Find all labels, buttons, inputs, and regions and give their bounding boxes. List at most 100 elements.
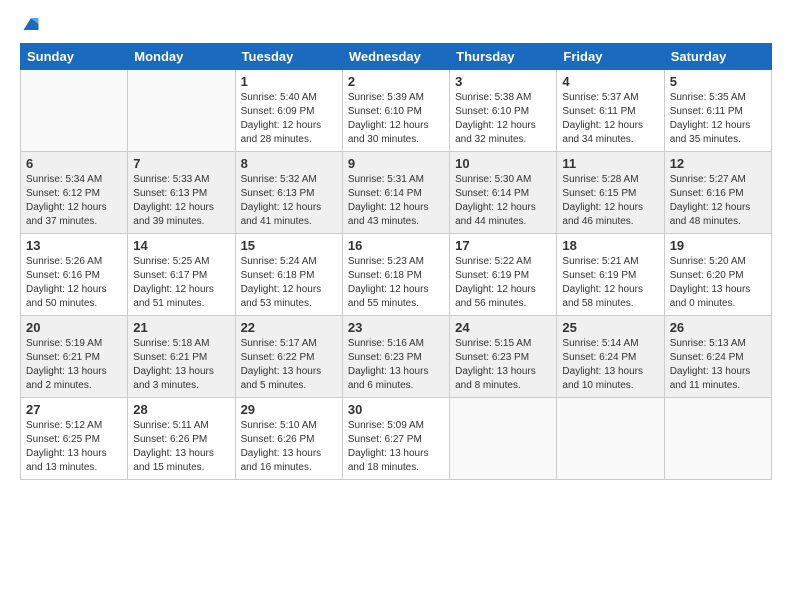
logo-icon bbox=[22, 15, 40, 33]
day-number: 20 bbox=[26, 320, 122, 335]
logo bbox=[20, 15, 40, 33]
calendar-cell: 12 Sunrise: 5:27 AM Sunset: 6:16 PM Dayli… bbox=[664, 152, 771, 234]
day-info: Sunrise: 5:15 AM Sunset: 6:23 PM Dayligh… bbox=[455, 337, 551, 393]
day-info: Sunrise: 5:22 AM Sunset: 6:19 PM Dayligh… bbox=[455, 255, 551, 311]
day-info: Sunrise: 5:14 AM Sunset: 6:24 PM Dayligh… bbox=[562, 337, 658, 393]
day-number: 3 bbox=[455, 74, 551, 89]
calendar-cell: 23 Sunrise: 5:16 AM Sunset: 6:23 PM Dayli… bbox=[342, 316, 449, 398]
day-info: Sunrise: 5:31 AM Sunset: 6:14 PM Dayligh… bbox=[348, 173, 444, 229]
day-number: 18 bbox=[562, 238, 658, 253]
day-info: Sunrise: 5:20 AM Sunset: 6:20 PM Dayligh… bbox=[670, 255, 766, 311]
day-info: Sunrise: 5:30 AM Sunset: 6:14 PM Dayligh… bbox=[455, 173, 551, 229]
page: SundayMondayTuesdayWednesdayThursdayFrid… bbox=[0, 0, 792, 612]
calendar-cell bbox=[557, 398, 664, 480]
header-wednesday: Wednesday bbox=[342, 44, 449, 70]
calendar-cell bbox=[21, 70, 128, 152]
calendar-cell bbox=[450, 398, 557, 480]
day-info: Sunrise: 5:24 AM Sunset: 6:18 PM Dayligh… bbox=[241, 255, 337, 311]
calendar-cell: 18 Sunrise: 5:21 AM Sunset: 6:19 PM Dayli… bbox=[557, 234, 664, 316]
calendar-cell: 13 Sunrise: 5:26 AM Sunset: 6:16 PM Dayli… bbox=[21, 234, 128, 316]
day-number: 26 bbox=[670, 320, 766, 335]
day-number: 22 bbox=[241, 320, 337, 335]
calendar-cell: 22 Sunrise: 5:17 AM Sunset: 6:22 PM Dayli… bbox=[235, 316, 342, 398]
calendar-cell: 21 Sunrise: 5:18 AM Sunset: 6:21 PM Dayli… bbox=[128, 316, 235, 398]
day-info: Sunrise: 5:32 AM Sunset: 6:13 PM Dayligh… bbox=[241, 173, 337, 229]
day-number: 25 bbox=[562, 320, 658, 335]
day-info: Sunrise: 5:38 AM Sunset: 6:10 PM Dayligh… bbox=[455, 91, 551, 147]
calendar-cell: 5 Sunrise: 5:35 AM Sunset: 6:11 PM Daylig… bbox=[664, 70, 771, 152]
day-number: 24 bbox=[455, 320, 551, 335]
calendar-week-row: 20Sunrise: 5:19 AM Sunset: 6:21 PM Dayli… bbox=[21, 316, 772, 398]
day-info: Sunrise: 5:26 AM Sunset: 6:16 PM Dayligh… bbox=[26, 255, 122, 311]
day-number: 27 bbox=[26, 402, 122, 417]
header-saturday: Saturday bbox=[664, 44, 771, 70]
day-number: 9 bbox=[348, 156, 444, 171]
day-number: 13 bbox=[26, 238, 122, 253]
day-info: Sunrise: 5:37 AM Sunset: 6:11 PM Dayligh… bbox=[562, 91, 658, 147]
day-info: Sunrise: 5:16 AM Sunset: 6:23 PM Dayligh… bbox=[348, 337, 444, 393]
day-info: Sunrise: 5:40 AM Sunset: 6:09 PM Dayligh… bbox=[241, 91, 337, 147]
calendar-week-row: 1Sunrise: 5:40 AM Sunset: 6:09 PM Daylig… bbox=[21, 70, 772, 152]
calendar-cell: 17 Sunrise: 5:22 AM Sunset: 6:19 PM Dayli… bbox=[450, 234, 557, 316]
day-number: 12 bbox=[670, 156, 766, 171]
day-info: Sunrise: 5:23 AM Sunset: 6:18 PM Dayligh… bbox=[348, 255, 444, 311]
day-number: 30 bbox=[348, 402, 444, 417]
day-number: 6 bbox=[26, 156, 122, 171]
day-number: 5 bbox=[670, 74, 766, 89]
calendar-cell: 7Sunrise: 5:33 AM Sunset: 6:13 PM Daylig… bbox=[128, 152, 235, 234]
day-info: Sunrise: 5:11 AM Sunset: 6:26 PM Dayligh… bbox=[133, 419, 229, 475]
calendar-header-row: SundayMondayTuesdayWednesdayThursdayFrid… bbox=[21, 44, 772, 70]
day-number: 21 bbox=[133, 320, 229, 335]
day-number: 2 bbox=[348, 74, 444, 89]
calendar-cell: 24 Sunrise: 5:15 AM Sunset: 6:23 PM Dayli… bbox=[450, 316, 557, 398]
day-number: 7 bbox=[133, 156, 229, 171]
day-info: Sunrise: 5:13 AM Sunset: 6:24 PM Dayligh… bbox=[670, 337, 766, 393]
day-number: 29 bbox=[241, 402, 337, 417]
calendar-week-row: 13 Sunrise: 5:26 AM Sunset: 6:16 PM Dayli… bbox=[21, 234, 772, 316]
day-info: Sunrise: 5:18 AM Sunset: 6:21 PM Dayligh… bbox=[133, 337, 229, 393]
day-number: 8 bbox=[241, 156, 337, 171]
day-number: 14 bbox=[133, 238, 229, 253]
calendar-cell: 10 Sunrise: 5:30 AM Sunset: 6:14 PM Dayli… bbox=[450, 152, 557, 234]
day-info: Sunrise: 5:34 AM Sunset: 6:12 PM Dayligh… bbox=[26, 173, 122, 229]
header-tuesday: Tuesday bbox=[235, 44, 342, 70]
calendar-cell bbox=[664, 398, 771, 480]
calendar-week-row: 6 Sunrise: 5:34 AM Sunset: 6:12 PM Daylig… bbox=[21, 152, 772, 234]
day-number: 10 bbox=[455, 156, 551, 171]
day-number: 17 bbox=[455, 238, 551, 253]
day-info: Sunrise: 5:21 AM Sunset: 6:19 PM Dayligh… bbox=[562, 255, 658, 311]
header-friday: Friday bbox=[557, 44, 664, 70]
day-number: 16 bbox=[348, 238, 444, 253]
day-number: 15 bbox=[241, 238, 337, 253]
day-info: Sunrise: 5:12 AM Sunset: 6:25 PM Dayligh… bbox=[26, 419, 122, 475]
day-info: Sunrise: 5:09 AM Sunset: 6:27 PM Dayligh… bbox=[348, 419, 444, 475]
calendar: SundayMondayTuesdayWednesdayThursdayFrid… bbox=[20, 43, 772, 480]
calendar-cell: 29 Sunrise: 5:10 AM Sunset: 6:26 PM Dayli… bbox=[235, 398, 342, 480]
day-info: Sunrise: 5:35 AM Sunset: 6:11 PM Dayligh… bbox=[670, 91, 766, 147]
calendar-cell: 26 Sunrise: 5:13 AM Sunset: 6:24 PM Dayli… bbox=[664, 316, 771, 398]
day-number: 23 bbox=[348, 320, 444, 335]
day-info: Sunrise: 5:27 AM Sunset: 6:16 PM Dayligh… bbox=[670, 173, 766, 229]
calendar-cell: 30 Sunrise: 5:09 AM Sunset: 6:27 PM Dayli… bbox=[342, 398, 449, 480]
day-number: 4 bbox=[562, 74, 658, 89]
header-thursday: Thursday bbox=[450, 44, 557, 70]
day-info: Sunrise: 5:17 AM Sunset: 6:22 PM Dayligh… bbox=[241, 337, 337, 393]
day-info: Sunrise: 5:10 AM Sunset: 6:26 PM Dayligh… bbox=[241, 419, 337, 475]
header-monday: Monday bbox=[128, 44, 235, 70]
calendar-cell: 15 Sunrise: 5:24 AM Sunset: 6:18 PM Dayli… bbox=[235, 234, 342, 316]
calendar-cell: 8 Sunrise: 5:32 AM Sunset: 6:13 PM Daylig… bbox=[235, 152, 342, 234]
calendar-cell: 16 Sunrise: 5:23 AM Sunset: 6:18 PM Dayli… bbox=[342, 234, 449, 316]
day-info: Sunrise: 5:28 AM Sunset: 6:15 PM Dayligh… bbox=[562, 173, 658, 229]
calendar-cell: 27 Sunrise: 5:12 AM Sunset: 6:25 PM Dayli… bbox=[21, 398, 128, 480]
day-number: 19 bbox=[670, 238, 766, 253]
day-info: Sunrise: 5:25 AM Sunset: 6:17 PM Dayligh… bbox=[133, 255, 229, 311]
calendar-cell: 2 Sunrise: 5:39 AM Sunset: 6:10 PM Daylig… bbox=[342, 70, 449, 152]
day-info: Sunrise: 5:39 AM Sunset: 6:10 PM Dayligh… bbox=[348, 91, 444, 147]
day-number: 28 bbox=[133, 402, 229, 417]
calendar-cell: 11 Sunrise: 5:28 AM Sunset: 6:15 PM Dayli… bbox=[557, 152, 664, 234]
calendar-week-row: 27 Sunrise: 5:12 AM Sunset: 6:25 PM Dayli… bbox=[21, 398, 772, 480]
header-sunday: Sunday bbox=[21, 44, 128, 70]
day-number: 11 bbox=[562, 156, 658, 171]
calendar-cell: 4 Sunrise: 5:37 AM Sunset: 6:11 PM Daylig… bbox=[557, 70, 664, 152]
calendar-cell: 9 Sunrise: 5:31 AM Sunset: 6:14 PM Daylig… bbox=[342, 152, 449, 234]
